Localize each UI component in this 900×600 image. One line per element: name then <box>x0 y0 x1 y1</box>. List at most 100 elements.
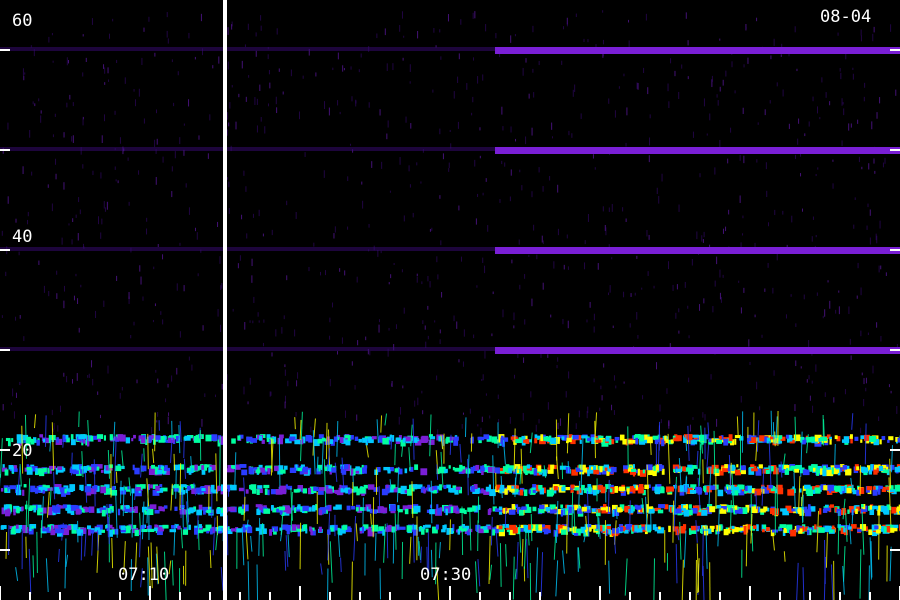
band-pixel <box>204 464 208 471</box>
band-pixel <box>796 525 800 531</box>
band-pixel <box>883 526 887 533</box>
noise-speck <box>57 425 59 432</box>
noise-speck <box>878 265 880 273</box>
band-pixel <box>371 524 379 529</box>
band-pixel <box>514 464 521 469</box>
band-pixel <box>356 488 360 496</box>
band-pixel <box>664 435 667 441</box>
noise-speck <box>719 139 721 148</box>
noise-speck <box>861 372 863 376</box>
band-pixel <box>759 435 765 442</box>
band-pixel <box>101 509 106 517</box>
noise-speck <box>249 377 251 385</box>
noise-speck <box>77 233 79 241</box>
noise-speck <box>100 172 102 179</box>
band-pixel <box>443 484 447 489</box>
noise-speck <box>502 309 504 318</box>
band-pixel <box>872 489 878 496</box>
band-pixel <box>132 464 135 471</box>
noise-speck <box>821 77 823 83</box>
band-pixel <box>325 505 330 510</box>
band-pixel <box>720 508 724 513</box>
band-pixel <box>690 439 698 445</box>
noise-speck <box>168 412 170 416</box>
band-pixel <box>542 528 548 533</box>
noise-speck <box>587 406 589 414</box>
band-pixel <box>42 438 46 443</box>
noise-speck <box>550 314 552 318</box>
band-pixel <box>683 509 690 517</box>
noise-speck <box>254 97 256 106</box>
noise-speck <box>524 274 526 279</box>
noise-speck <box>678 308 680 313</box>
noise-speck <box>162 156 164 163</box>
band-pixel <box>617 508 623 512</box>
noise-speck <box>815 364 817 372</box>
noise-speck <box>439 195 441 199</box>
noise-speck <box>255 50 257 57</box>
noise-speck <box>215 394 217 398</box>
band-pixel <box>188 524 191 530</box>
noise-speck <box>409 64 411 72</box>
noise-speck <box>844 389 846 395</box>
noise-speck <box>865 377 867 384</box>
band-pixel <box>428 439 435 445</box>
noise-speck <box>101 218 103 225</box>
noise-speck <box>864 82 866 88</box>
noise-speck <box>648 155 650 163</box>
band-pixel <box>509 488 516 492</box>
noise-speck <box>749 361 751 366</box>
band-pixel <box>711 526 714 533</box>
band-pixel <box>335 489 338 494</box>
noise-speck <box>391 380 393 387</box>
noise-speck <box>860 330 862 337</box>
noise-speck <box>165 398 167 403</box>
noise-speck <box>267 54 269 60</box>
band-pixel <box>532 506 537 512</box>
noise-speck <box>458 53 460 60</box>
streak <box>751 532 754 552</box>
band-pixel <box>231 438 236 444</box>
band-pixel <box>818 527 825 533</box>
noise-speck <box>466 83 468 90</box>
noise-speck <box>509 196 511 202</box>
noise-speck <box>104 114 106 122</box>
band-pixel <box>13 508 16 516</box>
noise-speck <box>116 275 118 281</box>
noise-speck <box>179 242 181 246</box>
band-pixel <box>534 438 538 444</box>
noise-speck <box>647 271 649 276</box>
noise-speck <box>72 102 74 107</box>
noise-speck <box>61 237 63 245</box>
band-pixel <box>472 505 476 512</box>
band-pixel <box>661 527 665 531</box>
noise-speck <box>207 153 209 159</box>
noise-speck <box>410 123 412 129</box>
noise-speck <box>568 371 570 379</box>
noise-speck <box>521 185 523 191</box>
noise-speck <box>460 256 462 262</box>
streak <box>397 509 399 530</box>
band-pixel <box>256 489 260 495</box>
noise-speck <box>217 221 219 227</box>
band-pixel <box>758 464 763 469</box>
noise-speck <box>286 275 288 281</box>
noise-speck <box>719 38 721 41</box>
band-pixel <box>660 486 664 494</box>
band-pixel <box>711 438 714 443</box>
noise-speck <box>278 68 280 72</box>
streak <box>464 417 467 438</box>
band-pixel <box>248 467 254 475</box>
streak <box>173 453 176 471</box>
noise-speck <box>284 401 286 409</box>
band-pixel <box>4 487 8 493</box>
noise-speck <box>351 361 353 366</box>
noise-speck <box>628 40 630 47</box>
noise-speck <box>441 291 443 298</box>
noise-speck <box>825 92 827 98</box>
band-pixel <box>701 434 705 442</box>
noise-speck <box>845 53 847 60</box>
noise-speck <box>473 57 475 61</box>
noise-speck <box>171 166 173 172</box>
band-pixel <box>802 469 810 476</box>
